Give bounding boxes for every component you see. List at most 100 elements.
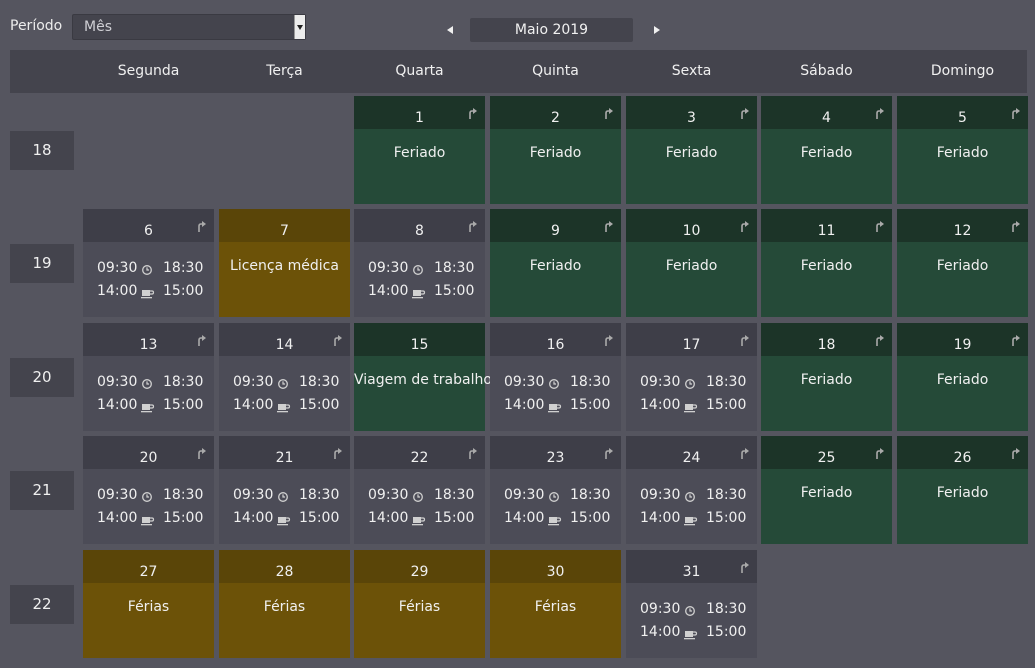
- work-start: 09:30: [368, 487, 409, 503]
- break-row: 14:00 15:00: [219, 397, 350, 420]
- corner-up-arrow-icon[interactable]: [740, 218, 750, 232]
- corner-up-arrow-icon[interactable]: [875, 445, 885, 459]
- day-status-label: Feriado: [936, 145, 989, 161]
- day-cell-header: 12: [897, 209, 1028, 242]
- previous-month-button[interactable]: [444, 23, 458, 37]
- day-cell[interactable]: 13 09:30 18:30 14:00 15:00: [83, 323, 214, 431]
- month-title: Maio 2019: [470, 18, 633, 42]
- day-cell[interactable]: 3 Feriado: [626, 96, 757, 204]
- day-cell[interactable]: 1 Feriado: [354, 96, 485, 204]
- break-row: 14:00 15:00: [219, 510, 350, 533]
- day-cell[interactable]: 17 09:30 18:30 14:00 15:00: [626, 323, 757, 431]
- day-number: 14: [275, 337, 294, 353]
- weekday-7: Domingo: [930, 63, 995, 79]
- work-start: 09:30: [640, 374, 681, 390]
- day-cell[interactable]: 25 Feriado: [761, 436, 892, 544]
- day-cell-header: 13: [83, 323, 214, 356]
- day-cell[interactable]: 2 Feriado: [490, 96, 621, 204]
- day-number: 5: [958, 110, 967, 126]
- corner-up-arrow-icon[interactable]: [604, 105, 614, 119]
- day-cell-header: 18: [761, 323, 892, 356]
- corner-up-arrow-icon[interactable]: [468, 105, 478, 119]
- corner-up-arrow-icon[interactable]: [333, 445, 343, 459]
- work-schedule: 09:30 18:30 14:00 15:00: [626, 601, 757, 647]
- break-end: 15:00: [434, 283, 475, 299]
- day-cell[interactable]: 15 Viagem de trabalho: [354, 323, 492, 431]
- day-cell[interactable]: 10 Feriado: [626, 209, 757, 317]
- next-month-button[interactable]: [649, 23, 663, 37]
- day-number: 30: [546, 564, 565, 580]
- corner-up-arrow-icon[interactable]: [875, 105, 885, 119]
- day-cell[interactable]: 20 09:30 18:30 14:00 15:00: [83, 436, 214, 544]
- day-cell[interactable]: 16 09:30 18:30 14:00 15:00: [490, 323, 621, 431]
- corner-up-arrow-icon[interactable]: [1011, 218, 1021, 232]
- corner-up-arrow-icon[interactable]: [1011, 445, 1021, 459]
- clock-icon: [548, 378, 562, 390]
- coffee-cup-icon: [277, 514, 291, 526]
- day-cell-header: 20: [83, 436, 214, 469]
- corner-up-arrow-icon[interactable]: [1011, 105, 1021, 119]
- period-select-value: Mês: [84, 19, 112, 35]
- day-cell[interactable]: 4 Feriado: [761, 96, 892, 204]
- work-start: 09:30: [640, 601, 681, 617]
- clock-icon: [277, 378, 291, 390]
- day-cell[interactable]: 11 Feriado: [761, 209, 892, 317]
- day-cell[interactable]: 7 Licença médica: [219, 209, 350, 317]
- work-end: 18:30: [163, 260, 204, 276]
- day-cell-header: 31: [626, 550, 757, 583]
- day-cell[interactable]: 30 Férias: [490, 550, 621, 658]
- day-cell[interactable]: 8 09:30 18:30 14:00 15:00: [354, 209, 485, 317]
- corner-up-arrow-icon[interactable]: [740, 332, 750, 346]
- day-cell[interactable]: 9 Feriado: [490, 209, 621, 317]
- corner-up-arrow-icon[interactable]: [740, 559, 750, 573]
- period-select[interactable]: Mês: [72, 14, 306, 40]
- break-row: 14:00 15:00: [626, 624, 757, 647]
- day-cell[interactable]: 5 Feriado: [897, 96, 1028, 204]
- day-cell-body: 09:30 18:30 14:00 15:00: [490, 356, 621, 431]
- corner-up-arrow-icon[interactable]: [604, 445, 614, 459]
- day-cell[interactable]: 19 Feriado: [897, 323, 1028, 431]
- work-hours-row: 09:30 18:30: [83, 260, 214, 283]
- clock-icon: [141, 491, 155, 503]
- corner-up-arrow-icon[interactable]: [604, 218, 614, 232]
- day-cell[interactable]: 18 Feriado: [761, 323, 892, 431]
- corner-up-arrow-icon[interactable]: [875, 332, 885, 346]
- day-cell[interactable]: 12 Feriado: [897, 209, 1028, 317]
- day-cell[interactable]: 24 09:30 18:30 14:00 15:00: [626, 436, 757, 544]
- corner-up-arrow-icon[interactable]: [468, 445, 478, 459]
- corner-up-arrow-icon[interactable]: [875, 218, 885, 232]
- break-end: 15:00: [706, 624, 747, 640]
- week-number: 20: [10, 358, 74, 397]
- day-cell[interactable]: 31 09:30 18:30 14:00 15:00: [626, 550, 757, 658]
- day-cell[interactable]: 6 09:30 18:30 14:00 15:00: [83, 209, 214, 317]
- day-number: 23: [546, 450, 565, 466]
- day-cell-header: 17: [626, 323, 757, 356]
- day-cell[interactable]: 26 Feriado: [897, 436, 1028, 544]
- work-hours-row: 09:30 18:30: [219, 487, 350, 510]
- day-cell[interactable]: 21 09:30 18:30 14:00 15:00: [219, 436, 350, 544]
- corner-up-arrow-icon[interactable]: [740, 445, 750, 459]
- break-start: 14:00: [640, 397, 681, 413]
- corner-up-arrow-icon[interactable]: [333, 332, 343, 346]
- corner-up-arrow-icon[interactable]: [197, 445, 207, 459]
- chevron-down-icon[interactable]: [294, 15, 305, 39]
- corner-up-arrow-icon[interactable]: [197, 332, 207, 346]
- day-cell-header: 19: [897, 323, 1028, 356]
- day-cell[interactable]: 14 09:30 18:30 14:00 15:00: [219, 323, 350, 431]
- day-cell[interactable]: 28 Férias: [219, 550, 350, 658]
- break-row: 14:00 15:00: [354, 283, 485, 306]
- corner-up-arrow-icon[interactable]: [1011, 332, 1021, 346]
- work-hours-row: 09:30 18:30: [490, 374, 621, 397]
- corner-up-arrow-icon[interactable]: [468, 218, 478, 232]
- work-start: 09:30: [97, 487, 138, 503]
- corner-up-arrow-icon[interactable]: [740, 105, 750, 119]
- day-cell-body: Férias: [354, 583, 485, 658]
- day-status-label: Feriado: [529, 258, 582, 274]
- day-cell[interactable]: 22 09:30 18:30 14:00 15:00: [354, 436, 485, 544]
- day-cell[interactable]: 29 Férias: [354, 550, 485, 658]
- corner-up-arrow-icon[interactable]: [604, 332, 614, 346]
- day-cell[interactable]: 23 09:30 18:30 14:00 15:00: [490, 436, 621, 544]
- corner-up-arrow-icon[interactable]: [197, 218, 207, 232]
- day-cell[interactable]: 27 Férias: [83, 550, 214, 658]
- coffee-cup-icon: [548, 401, 562, 413]
